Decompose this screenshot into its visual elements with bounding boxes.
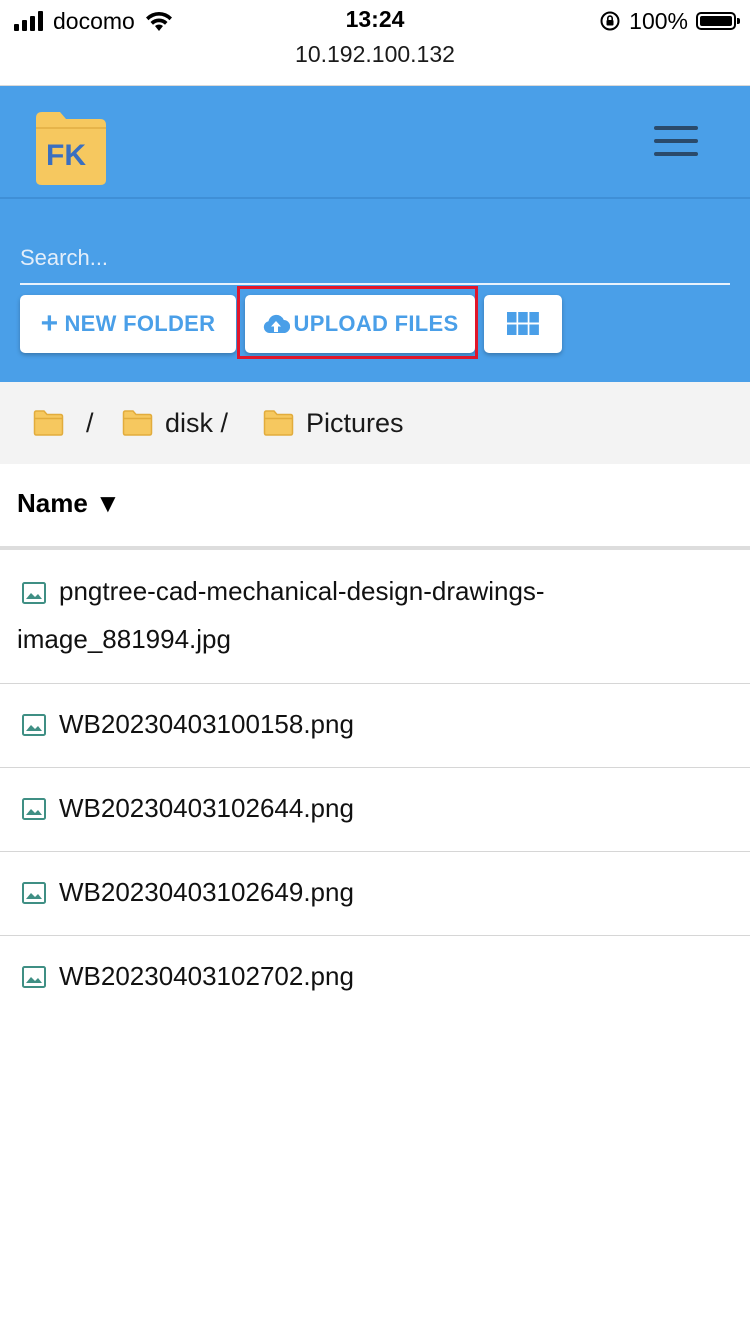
sort-by-name-header[interactable]: Name ▼ (17, 488, 121, 519)
app-header: FK (0, 86, 750, 199)
new-folder-label: NEW FOLDER (64, 311, 216, 336)
upload-files-button[interactable]: UPLOAD FILES (245, 295, 475, 353)
rotation-lock-icon (600, 11, 620, 31)
status-right: 100% (599, 6, 740, 36)
file-name: pngtree-cad-mechanical-design-drawings-i… (17, 576, 545, 654)
file-name: WB20230403102649.png (59, 877, 354, 907)
battery-icon (696, 12, 740, 30)
toolbar: + NEW FOLDER UPLOAD FILES (0, 199, 750, 382)
upload-files-label: UPLOAD FILES (293, 311, 459, 336)
folder-icon (33, 410, 64, 436)
breadcrumb-label: disk / (165, 407, 229, 438)
grid-view-button[interactable] (484, 295, 562, 353)
file-name: WB20230403102644.png (59, 793, 354, 823)
logo-text: FK (46, 139, 86, 172)
address-url[interactable]: 10.192.100.132 (0, 41, 750, 68)
breadcrumb-root[interactable]: / (33, 382, 94, 464)
file-row[interactable]: WB20230403102644.png (0, 768, 750, 852)
breadcrumb-disk[interactable]: disk / (122, 382, 228, 464)
new-folder-button[interactable]: + NEW FOLDER (20, 295, 236, 353)
file-row[interactable]: WB20230403102702.png (0, 936, 750, 1019)
file-row[interactable]: WB20230403100158.png (0, 684, 750, 768)
breadcrumb-pictures[interactable]: Pictures (263, 382, 404, 464)
breadcrumb-label: Pictures (306, 407, 404, 438)
app-logo[interactable]: FK (32, 110, 108, 186)
file-name: WB20230403102702.png (59, 961, 354, 991)
folder-icon (122, 410, 153, 436)
search-input[interactable] (20, 235, 730, 281)
cloud-upload-icon (263, 314, 290, 334)
breadcrumb: / disk / Pictures (0, 382, 750, 464)
folder-icon (263, 410, 294, 436)
battery-percent: 100% (629, 7, 688, 34)
file-row[interactable]: WB20230403102649.png (0, 852, 750, 936)
status-bar: docomo 13:24 10.192.100.132 100% (0, 0, 750, 86)
grid-view-icon (507, 312, 539, 335)
search-field (20, 235, 730, 285)
hamburger-menu-icon[interactable] (648, 120, 706, 164)
plus-icon: + (40, 307, 59, 340)
breadcrumb-label: / (86, 407, 94, 438)
file-row[interactable]: pngtree-cad-mechanical-design-drawings-i… (0, 550, 750, 684)
file-list-header: Name ▼ (0, 464, 750, 550)
file-name: WB20230403100158.png (59, 709, 354, 739)
